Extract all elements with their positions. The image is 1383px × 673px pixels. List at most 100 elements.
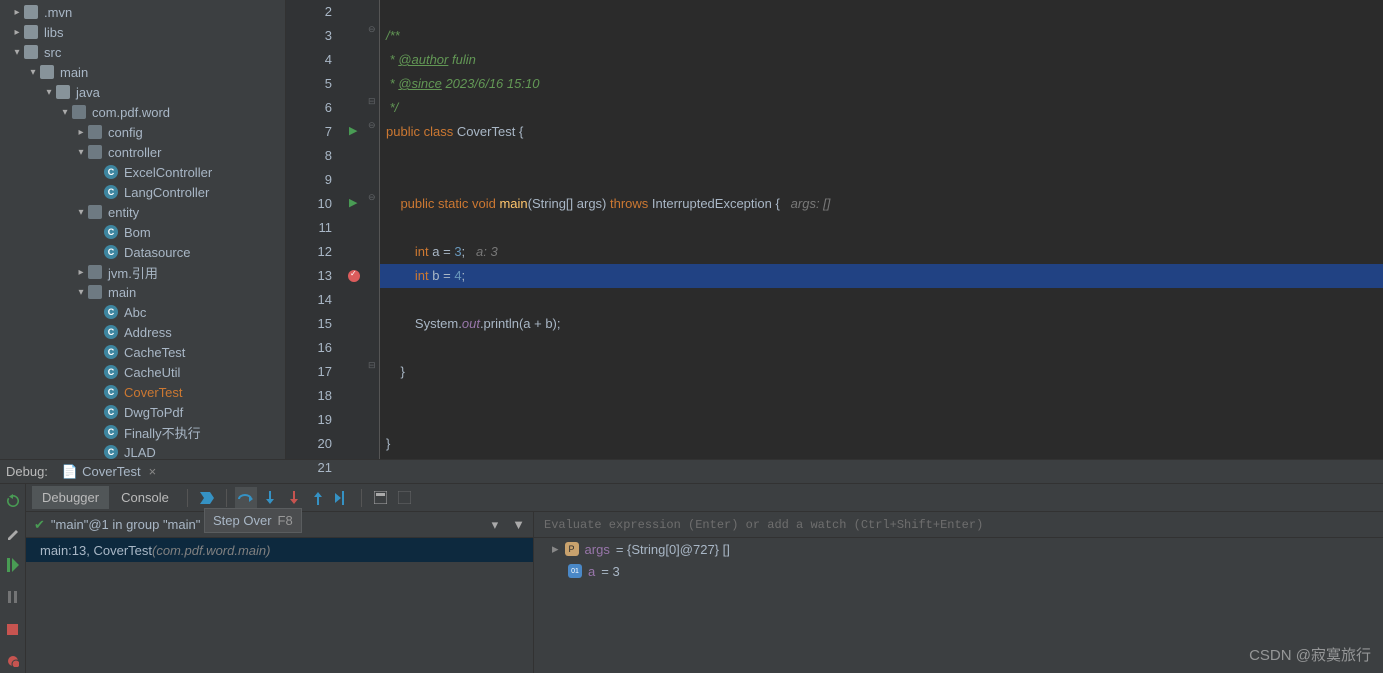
- pause-icon[interactable]: [2, 586, 24, 608]
- step-out-icon[interactable]: [307, 487, 329, 509]
- param-badge-icon: P: [565, 542, 579, 556]
- class-icon: C: [104, 445, 118, 459]
- code-line[interactable]: [380, 456, 1383, 480]
- tree-item[interactable]: CAddress: [0, 322, 285, 342]
- folder-icon: [24, 5, 38, 19]
- tree-item[interactable]: ▸.mvn: [0, 2, 285, 22]
- variable-row[interactable]: ▸Pargs = {String[0]@727} []: [534, 538, 1383, 560]
- tree-item[interactable]: ▾entity: [0, 202, 285, 222]
- class-icon: C: [104, 385, 118, 399]
- view-breakpoints-icon[interactable]: [2, 650, 24, 672]
- evaluate-input[interactable]: Evaluate expression (Enter) or add a wat…: [534, 512, 1383, 538]
- class-icon: C: [104, 405, 118, 419]
- tree-item[interactable]: C LangController: [0, 182, 285, 202]
- rerun-icon[interactable]: [2, 490, 24, 512]
- evaluate-icon[interactable]: [370, 487, 392, 509]
- code-line[interactable]: [380, 288, 1383, 312]
- tab-console[interactable]: Console: [111, 486, 179, 509]
- tree-item[interactable]: C JLAD: [0, 442, 285, 459]
- run-gutter-icon[interactable]: ▶: [349, 124, 357, 137]
- tree-item[interactable]: CCoverTest: [0, 382, 285, 402]
- tree-item[interactable]: CFinally不执行: [0, 422, 285, 442]
- code-line[interactable]: }: [380, 360, 1383, 384]
- close-icon[interactable]: ×: [149, 464, 157, 479]
- tree-item[interactable]: ▾src: [0, 42, 285, 62]
- code-editor[interactable]: 23456789101112131415161718192021 ▶▶ ⊖⊟⊖⊖…: [286, 0, 1383, 459]
- resume-icon[interactable]: [2, 554, 24, 576]
- project-tree[interactable]: ▸.mvn▸libs▾src▾main▾java▾com.pdf.word▸co…: [0, 0, 286, 459]
- tree-item[interactable]: CExcelController: [0, 162, 285, 182]
- tree-item[interactable]: C CacheUtil: [0, 362, 285, 382]
- code-line[interactable]: [380, 336, 1383, 360]
- run-gutter-icon[interactable]: ▶: [349, 196, 357, 209]
- variable-row[interactable]: 01a = 3: [534, 560, 1383, 582]
- code-line[interactable]: }: [380, 432, 1383, 456]
- tree-label: CacheUtil: [124, 365, 180, 380]
- pkg-icon: [88, 145, 102, 159]
- code-line[interactable]: */: [380, 96, 1383, 120]
- class-icon: C: [104, 345, 118, 359]
- step-into-icon[interactable]: [259, 487, 281, 509]
- tree-item[interactable]: ▾controller: [0, 142, 285, 162]
- tree-label: DwgToPdf: [124, 405, 183, 420]
- code-line[interactable]: public static void main(String[] args) t…: [380, 192, 1383, 216]
- code-line[interactable]: System.out.println(a + b);: [380, 312, 1383, 336]
- tree-item[interactable]: ▾com.pdf.word: [0, 102, 285, 122]
- step-over-icon[interactable]: [235, 487, 257, 509]
- stack-frame[interactable]: main:13, CoverTest (com.pdf.word.main): [26, 538, 533, 562]
- show-exec-point-icon[interactable]: [196, 487, 218, 509]
- code-line[interactable]: [380, 144, 1383, 168]
- force-step-into-icon[interactable]: [283, 487, 305, 509]
- code-line[interactable]: [380, 168, 1383, 192]
- code-line[interactable]: public class CoverTest {: [380, 120, 1383, 144]
- tree-label: controller: [108, 145, 161, 160]
- tree-label: JLAD: [124, 445, 156, 460]
- tree-item[interactable]: CCacheTest: [0, 342, 285, 362]
- code-line[interactable]: [380, 384, 1383, 408]
- class-icon: C: [104, 185, 118, 199]
- class-icon: C: [104, 305, 118, 319]
- tab-debugger[interactable]: Debugger: [32, 486, 109, 509]
- code-line[interactable]: [380, 408, 1383, 432]
- tree-item[interactable]: ▸config: [0, 122, 285, 142]
- check-icon: ✔: [34, 517, 45, 533]
- tree-label: Abc: [124, 305, 146, 320]
- code-line[interactable]: * @since 2023/6/16 15:10: [380, 72, 1383, 96]
- class-icon: C: [104, 325, 118, 339]
- code-line[interactable]: [380, 0, 1383, 24]
- tree-label: ExcelController: [124, 165, 212, 180]
- tree-item[interactable]: CDatasource: [0, 242, 285, 262]
- modify-run-icon[interactable]: [2, 522, 24, 544]
- folder-icon: [40, 65, 54, 79]
- tree-item[interactable]: C Abc: [0, 302, 285, 322]
- tree-item[interactable]: ▸libs: [0, 22, 285, 42]
- tree-item[interactable]: ▾main: [0, 62, 285, 82]
- frame-package: (com.pdf.word.main): [152, 543, 270, 558]
- run-config-icon: 📄: [62, 464, 78, 480]
- tree-item[interactable]: ▾main: [0, 282, 285, 302]
- tree-item[interactable]: ▾java: [0, 82, 285, 102]
- tree-label: jvm.引用: [108, 263, 158, 282]
- code-line[interactable]: int a = 3; a: 3: [380, 240, 1383, 264]
- pkg-icon: [88, 205, 102, 219]
- dropdown-icon[interactable]: ▼: [512, 517, 525, 532]
- class-icon: C: [104, 365, 118, 379]
- code-line[interactable]: /**: [380, 24, 1383, 48]
- code-line[interactable]: int b = 4;: [380, 264, 1383, 288]
- filter-icon[interactable]: ▾: [492, 517, 499, 533]
- tree-label: main: [60, 65, 88, 80]
- tree-item[interactable]: ▸jvm.引用: [0, 262, 285, 282]
- trace-icon[interactable]: [394, 487, 416, 509]
- tree-label: LangController: [124, 185, 209, 200]
- breakpoint-icon[interactable]: [348, 270, 360, 282]
- stop-icon[interactable]: [2, 618, 24, 640]
- tree-label: Datasource: [124, 245, 190, 260]
- code-line[interactable]: * @author fulin: [380, 48, 1383, 72]
- frames-panel: ✔ "main"@1 in group "main" ▾ ▼ main:13, …: [26, 512, 534, 673]
- code-line[interactable]: [380, 216, 1383, 240]
- run-to-cursor-icon[interactable]: [331, 487, 353, 509]
- class-icon: C: [104, 225, 118, 239]
- tree-item[interactable]: C DwgToPdf: [0, 402, 285, 422]
- tree-item[interactable]: CBom: [0, 222, 285, 242]
- run-config-tab[interactable]: 📄 CoverTest ×: [56, 462, 162, 482]
